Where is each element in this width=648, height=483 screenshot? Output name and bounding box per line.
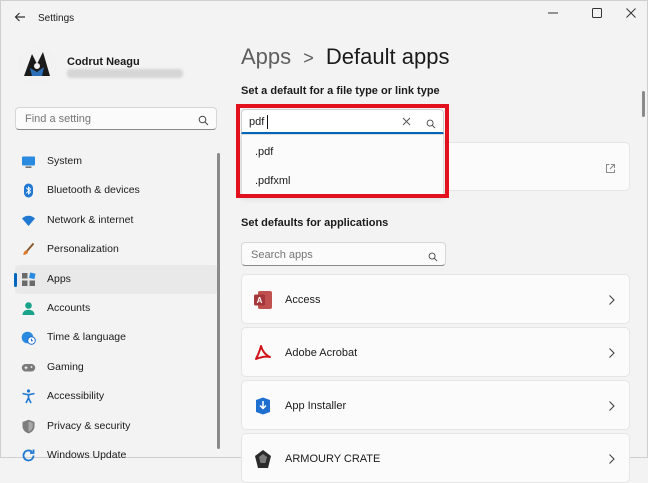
sidebar-item-time-language[interactable]: Time & language (15, 323, 218, 352)
chevron-right-icon (607, 452, 616, 470)
back-arrow-icon[interactable] (11, 10, 29, 28)
app-search-input[interactable] (249, 248, 423, 262)
globe-clock-icon (21, 330, 36, 346)
wifi-icon (21, 213, 36, 228)
access-icon: A (253, 290, 273, 310)
find-setting-search[interactable] (15, 107, 217, 130)
shield-icon (21, 419, 36, 434)
sidebar-item-label: Personalization (47, 243, 119, 256)
user-name: Codrut Neagu (67, 56, 140, 68)
sidebar-nav: System Bluetooth & devices Network & int… (14, 147, 218, 470)
app-title: Settings (38, 13, 75, 24)
app-card-app-installer[interactable]: App Installer (241, 380, 630, 430)
sidebar-item-gaming[interactable]: Gaming (15, 353, 218, 382)
sidebar-item-label: Bluetooth & devices (47, 184, 140, 197)
chevron-right-icon (607, 346, 616, 364)
app-card-access[interactable]: A Access (241, 274, 630, 324)
sidebar-item-apps[interactable]: Apps (14, 264, 218, 294)
sidebar-item-label: Network & internet (47, 213, 134, 226)
external-link-icon (605, 161, 616, 179)
chevron-right-icon (607, 293, 616, 311)
app-search-box[interactable] (241, 242, 446, 266)
app-name: Access (285, 294, 321, 306)
sidebar-item-network[interactable]: Network & internet (15, 206, 218, 235)
find-setting-input[interactable] (23, 112, 197, 126)
armoury-crate-icon (253, 449, 273, 469)
sidebar-scrollbar[interactable] (217, 153, 220, 449)
sidebar-item-accessibility[interactable]: Accessibility (15, 382, 218, 411)
sidebar-item-label: Gaming (47, 360, 84, 373)
app-card-armoury-crate[interactable]: ARMOURY CRATE (241, 433, 630, 483)
chevron-right-icon (607, 399, 616, 417)
sidebar-item-bluetooth[interactable]: Bluetooth & devices (15, 176, 218, 205)
sidebar-item-system[interactable]: System (15, 147, 218, 176)
apps-icon (21, 272, 36, 287)
sidebar-item-label: Privacy & security (47, 419, 131, 432)
avatar[interactable] (18, 46, 56, 84)
system-icon (21, 154, 36, 169)
red-highlight-box (236, 104, 449, 198)
sidebar-item-label: Time & language (47, 331, 126, 344)
acrobat-icon (253, 343, 273, 363)
sidebar-item-label: System (47, 155, 83, 167)
accessibility-icon (21, 389, 36, 404)
app-name: App Installer (285, 400, 347, 412)
bluetooth-icon (21, 183, 36, 198)
search-icon[interactable] (198, 113, 209, 131)
main-scrollbar[interactable] (642, 91, 645, 117)
user-email-redacted (67, 69, 183, 78)
brush-icon (21, 242, 36, 257)
sidebar-item-accounts[interactable]: Accounts (15, 294, 218, 323)
sidebar-item-personalization[interactable]: Personalization (15, 235, 218, 264)
app-name: ARMOURY CRATE (285, 453, 381, 465)
close-button[interactable] (619, 7, 643, 21)
app-installer-icon (253, 396, 273, 416)
filetype-heading: Set a default for a file type or link ty… (241, 85, 440, 97)
svg-text:A: A (257, 296, 263, 305)
sidebar-item-label: Windows Update (47, 448, 127, 461)
applications-heading: Set defaults for applications (241, 217, 389, 229)
maximize-button[interactable] (585, 7, 609, 21)
breadcrumb-parent[interactable]: Apps (241, 44, 291, 69)
minimize-button[interactable] (541, 7, 565, 21)
breadcrumb-separator: > (303, 48, 314, 68)
app-name: Adobe Acrobat (285, 347, 358, 359)
gamepad-icon (21, 360, 36, 375)
sidebar-item-windows-update[interactable]: Windows Update (15, 441, 218, 470)
sidebar-item-label: Apps (47, 272, 71, 285)
update-icon (21, 448, 36, 463)
sidebar-item-privacy[interactable]: Privacy & security (15, 412, 218, 441)
app-card-adobe-acrobat[interactable]: Adobe Acrobat (241, 327, 630, 377)
search-icon[interactable] (428, 249, 438, 267)
title-bar: Settings (1, 1, 648, 37)
sidebar-item-label: Accessibility (47, 390, 105, 403)
accounts-icon (21, 301, 36, 316)
breadcrumb: Apps > Default apps (241, 44, 449, 70)
sidebar-item-label: Accounts (47, 301, 91, 314)
active-indicator (14, 272, 17, 287)
filetype-result-card[interactable] (439, 142, 630, 191)
page-title: Default apps (325, 44, 450, 69)
